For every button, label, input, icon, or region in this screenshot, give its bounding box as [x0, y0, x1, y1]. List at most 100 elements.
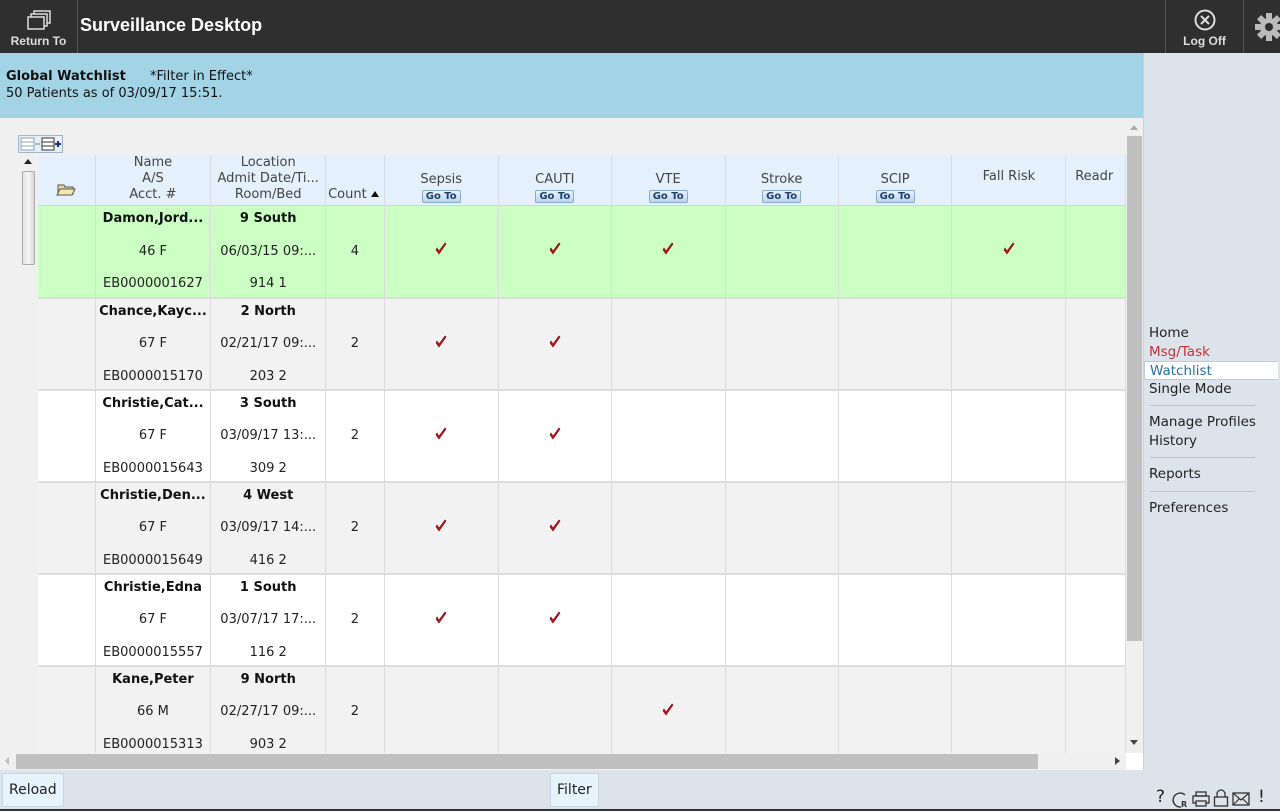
- scroll-thumb[interactable]: [22, 171, 35, 265]
- vte-cell[interactable]: [611, 481, 726, 575]
- patient-name-cell[interactable]: Damon,Jord... 46 F EB0000001627: [95, 205, 212, 299]
- patient-location-cell[interactable]: 1 South 03/07/17 17:... 116 2: [210, 573, 327, 667]
- scip-cell[interactable]: [838, 205, 953, 299]
- nav-msg-task[interactable]: Msg/Task: [1144, 343, 1279, 362]
- folder-column-header[interactable]: [38, 155, 96, 206]
- stroke-cell[interactable]: [725, 205, 839, 299]
- patient-row[interactable]: Kane,Peter 66 M EB0000015313 9 North 02/27/1…: [38, 665, 1126, 753]
- collapse-rows-icon[interactable]: [20, 137, 41, 151]
- nav-single-mode[interactable]: Single Mode: [1144, 380, 1279, 399]
- readm-cell[interactable]: [1065, 205, 1126, 299]
- nav-history[interactable]: History: [1144, 432, 1279, 451]
- lock-icon[interactable]: [1213, 789, 1229, 807]
- scip-cell[interactable]: [838, 297, 953, 391]
- sepsis-column-header[interactable]: Sepsis Go To: [384, 155, 499, 206]
- cauti-cell[interactable]: [498, 573, 612, 667]
- nav-reports[interactable]: Reports: [1144, 465, 1279, 484]
- scip-goto-button[interactable]: Go To: [875, 190, 915, 203]
- readm-cell[interactable]: [1065, 297, 1126, 391]
- horizontal-scroll-thumb[interactable]: [16, 754, 1038, 769]
- scip-cell[interactable]: [838, 665, 953, 753]
- stroke-cell[interactable]: [725, 665, 839, 753]
- cauti-cell[interactable]: [498, 297, 612, 391]
- sepsis-goto-button[interactable]: Go To: [421, 190, 461, 203]
- fall-risk-column-header[interactable]: Fall Risk: [951, 155, 1067, 206]
- nav-preferences[interactable]: Preferences: [1144, 499, 1279, 518]
- patient-row[interactable]: Christie,Cat... 67 F EB0000015643 3 South 03…: [38, 389, 1126, 483]
- return-to-button[interactable]: Return To: [0, 0, 78, 53]
- log-off-button[interactable]: Log Off: [1165, 0, 1244, 53]
- patient-location-cell[interactable]: 3 South 03/09/17 13:... 309 2: [210, 389, 327, 483]
- vte-cell[interactable]: [611, 665, 726, 753]
- nav-home[interactable]: Home: [1144, 324, 1279, 343]
- count-column-header[interactable]: Count: [325, 155, 385, 206]
- sepsis-cell[interactable]: [384, 665, 499, 753]
- sepsis-cell[interactable]: [384, 389, 499, 483]
- scip-cell[interactable]: [838, 573, 953, 667]
- scip-column-header[interactable]: SCIP Go To: [838, 155, 953, 206]
- fall-risk-cell[interactable]: [951, 481, 1067, 575]
- vte-cell[interactable]: [611, 297, 726, 391]
- cauti-cell[interactable]: [498, 389, 612, 483]
- readmission-column-header[interactable]: Readr: [1065, 155, 1126, 206]
- patient-name[interactable]: Christie,Cat...: [102, 396, 203, 411]
- grid-vertical-scrollbar[interactable]: [1126, 118, 1143, 753]
- patient-name-cell[interactable]: Kane,Peter 66 M EB0000015313: [95, 665, 212, 753]
- mail-icon[interactable]: [1232, 792, 1250, 806]
- patient-location-cell[interactable]: 9 North 02/27/17 09:... 903 2: [210, 665, 327, 753]
- grid-horizontal-scrollbar[interactable]: [0, 753, 1126, 770]
- patient-name-cell[interactable]: Christie,Edna 67 F EB0000015557: [95, 573, 212, 667]
- patient-location-cell[interactable]: 4 West 03/09/17 14:... 416 2: [210, 481, 327, 575]
- sepsis-cell[interactable]: [384, 481, 499, 575]
- vte-column-header[interactable]: VTE Go To: [611, 155, 726, 206]
- cauti-cell[interactable]: [498, 481, 612, 575]
- scroll-right-arrow[interactable]: [1115, 757, 1120, 765]
- filter-button[interactable]: Filter: [550, 773, 599, 807]
- alert-icon[interactable]: !: [1258, 787, 1265, 807]
- row-folder-cell[interactable]: [38, 297, 96, 391]
- readm-cell[interactable]: [1065, 481, 1126, 575]
- fall-risk-cell[interactable]: [951, 389, 1067, 483]
- scroll-down-arrow[interactable]: [1130, 740, 1138, 745]
- row-folder-cell[interactable]: [38, 573, 96, 667]
- cauti-cell[interactable]: [498, 665, 612, 753]
- stroke-column-header[interactable]: Stroke Go To: [725, 155, 839, 206]
- patient-name[interactable]: Christie,Edna: [104, 580, 202, 595]
- patient-name-cell[interactable]: Christie,Cat... 67 F EB0000015643: [95, 389, 212, 483]
- patient-name[interactable]: Damon,Jord...: [103, 211, 204, 226]
- scroll-left-arrow[interactable]: [5, 757, 9, 765]
- patient-name[interactable]: Christie,Den...: [100, 488, 206, 503]
- vte-cell[interactable]: [611, 573, 726, 667]
- name-column-header[interactable]: Name A/S Acct. #: [95, 155, 212, 206]
- row-folder-cell[interactable]: [38, 481, 96, 575]
- reload-button[interactable]: Reload: [2, 773, 64, 807]
- nav-manage-profiles[interactable]: Manage Profiles: [1144, 413, 1279, 432]
- fall-risk-cell[interactable]: [951, 573, 1067, 667]
- cauti-goto-button[interactable]: Go To: [535, 190, 575, 203]
- stroke-cell[interactable]: [725, 573, 839, 667]
- sepsis-cell[interactable]: [384, 205, 499, 299]
- stroke-cell[interactable]: [725, 481, 839, 575]
- vte-goto-button[interactable]: Go To: [648, 190, 688, 203]
- patient-name-cell[interactable]: Christie,Den... 67 F EB0000015649: [95, 481, 212, 575]
- cauti-column-header[interactable]: CAUTI Go To: [498, 155, 612, 206]
- patient-row[interactable]: Damon,Jord... 46 F EB0000001627 9 South 06/0…: [38, 205, 1126, 299]
- patient-name[interactable]: Chance,Kayc...: [99, 304, 207, 319]
- patient-row[interactable]: Christie,Edna 67 F EB0000015557 1 South 03/0…: [38, 573, 1126, 667]
- cauti-cell[interactable]: [498, 205, 612, 299]
- vte-cell[interactable]: [611, 389, 726, 483]
- readm-cell[interactable]: [1065, 389, 1126, 483]
- expand-rows-icon[interactable]: [41, 137, 62, 151]
- refresh-icon[interactable]: R: [1172, 791, 1190, 809]
- stroke-cell[interactable]: [725, 297, 839, 391]
- fall-risk-cell[interactable]: [951, 665, 1067, 753]
- sepsis-cell[interactable]: [384, 297, 499, 391]
- fall-risk-cell[interactable]: [951, 297, 1067, 391]
- print-icon[interactable]: [1192, 791, 1210, 807]
- row-folder-cell[interactable]: [38, 665, 96, 753]
- location-column-header[interactable]: Location Admit Date/Ti... Room/Bed: [210, 155, 327, 206]
- stroke-goto-button[interactable]: Go To: [762, 190, 802, 203]
- patient-location-cell[interactable]: 9 South 06/03/15 09:... 914 1: [210, 205, 327, 299]
- sepsis-cell[interactable]: [384, 573, 499, 667]
- patient-row[interactable]: Christie,Den... 67 F EB0000015649 4 West 03/…: [38, 481, 1126, 575]
